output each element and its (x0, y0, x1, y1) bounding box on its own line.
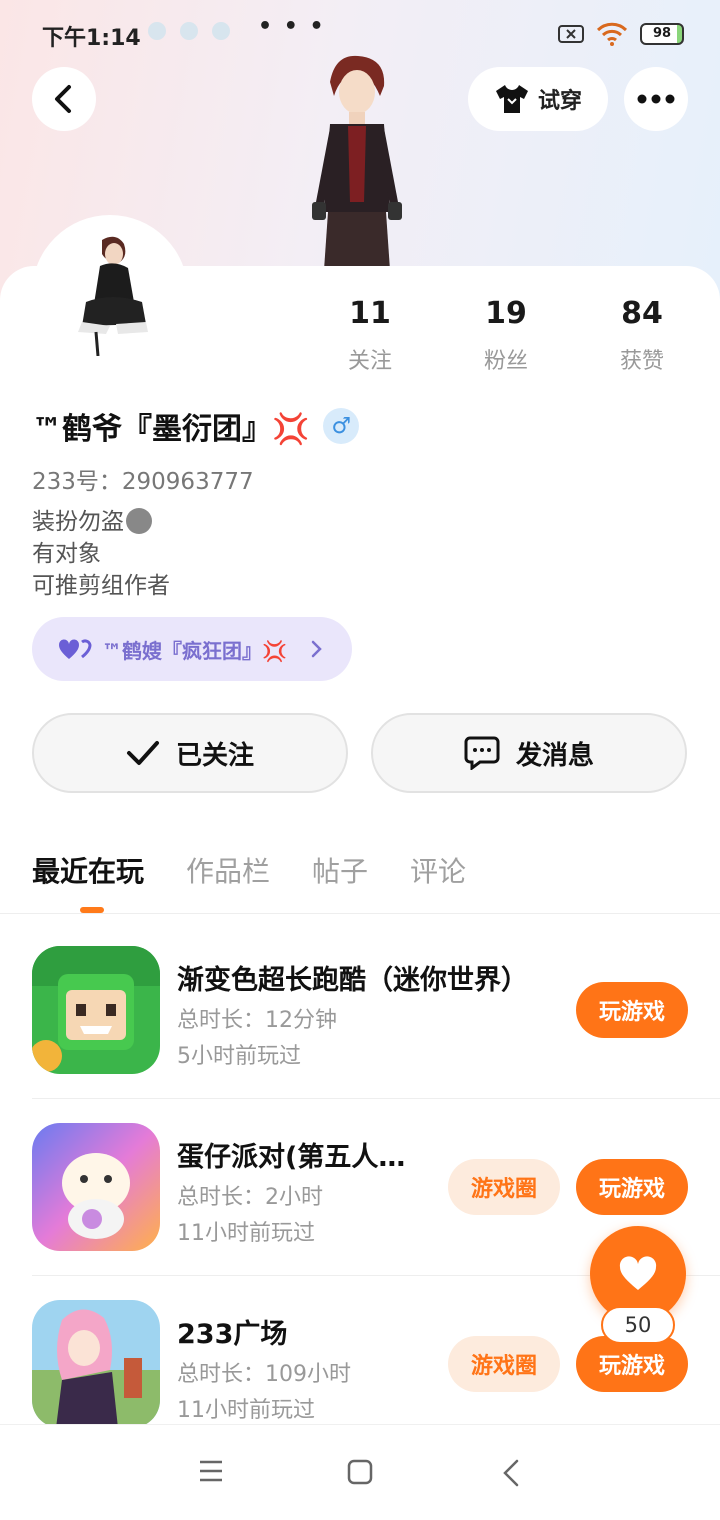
game-title: 渐变色超长跑酷（迷你世界） (177, 965, 528, 996)
notification-icon (212, 22, 230, 40)
avatar[interactable] (72, 232, 156, 356)
stat-likes[interactable]: 84 获赞 (574, 296, 710, 375)
profile-stats: 11 关注 19 粉丝 84 获赞 (302, 296, 710, 375)
game-duration: 总时长：12分钟 (177, 1008, 337, 1033)
play-game-button[interactable]: 玩游戏 (576, 1159, 688, 1215)
home-icon[interactable] (347, 1459, 373, 1485)
sim-off-icon (558, 25, 584, 43)
status-time: 下午1:14 (42, 26, 141, 51)
game-last-played: 5小时前玩过 (177, 1044, 301, 1069)
heart-icon (619, 1256, 657, 1290)
profile-tabs: 最近在玩 作品栏 帖子 评论 (32, 850, 466, 890)
menu-icon[interactable] (198, 1459, 224, 1483)
game-circle-button[interactable]: 游戏圈 (448, 1159, 560, 1215)
chat-bubble-icon (464, 736, 500, 770)
stat-label: 粉丝 (483, 349, 528, 374)
game-title: 蛋仔派对(第五人… (177, 1142, 406, 1173)
notification-icons (148, 22, 230, 40)
nickname: ™鹤爷『墨衍团』💢 (32, 412, 310, 447)
tshirt-icon (495, 85, 528, 113)
stat-label: 获赞 (619, 349, 664, 374)
tab-posts[interactable]: 帖子 (312, 850, 368, 890)
chevron-right-icon (311, 640, 322, 658)
try-on-label: 试穿 (537, 89, 582, 114)
game-last-played: 11小时前玩过 (177, 1398, 315, 1423)
stat-value: 11 (349, 296, 391, 331)
avatar-character-figure[interactable] (300, 52, 410, 270)
bio-line: 有对象 (32, 541, 101, 567)
more-icon (637, 94, 675, 104)
stat-followers[interactable]: 19 粉丝 (438, 296, 574, 375)
stat-value: 19 (485, 296, 527, 331)
status-right: 98 (558, 22, 684, 46)
moon-face-icon (126, 508, 152, 534)
nickname-row: ™鹤爷『墨衍团』💢 ♂ (32, 404, 360, 448)
play-game-button[interactable]: 玩游戏 (576, 982, 688, 1038)
like-count: 50 (601, 1306, 675, 1344)
game-duration: 总时长：2小时 (177, 1185, 323, 1210)
follow-label: 已关注 (175, 740, 254, 771)
game-title: 233广场 (177, 1319, 288, 1350)
checkmark-icon (126, 741, 159, 765)
more-options-button[interactable] (624, 67, 688, 131)
game-duration: 总时长：109小时 (177, 1362, 351, 1387)
message-button[interactable]: 发消息 (371, 713, 687, 793)
bio-line: 可推剪组作者 (32, 573, 170, 599)
tab-works[interactable]: 作品栏 (186, 850, 270, 890)
row-divider (32, 1098, 720, 1099)
notification-icon (148, 22, 166, 40)
partner-name: ™鹤嫂『疯狂团』💢 (102, 638, 287, 663)
game-list-item[interactable]: 蛋仔派对(第五人… 总时长：2小时 11小时前玩过 游戏圈 玩游戏 (32, 1123, 688, 1253)
follow-button[interactable]: 已关注 (32, 713, 348, 793)
game-last-played: 11小时前玩过 (177, 1221, 315, 1246)
game-circle-button[interactable]: 游戏圈 (448, 1336, 560, 1392)
bio: 装扮勿盗 有对象 可推剪组作者 (32, 506, 170, 602)
male-icon: ♂ (323, 408, 360, 444)
stat-value: 84 (621, 296, 663, 331)
game-icon-233-plaza (32, 1300, 160, 1428)
game-list-item[interactable]: 233广场 总时长：109小时 11小时前玩过 游戏圈 玩游戏 (32, 1300, 688, 1430)
message-label: 发消息 (515, 740, 594, 771)
game-icon-parkour (32, 946, 160, 1074)
play-game-button[interactable]: 玩游戏 (576, 1336, 688, 1392)
bio-line: 装扮勿盗 (32, 506, 170, 538)
notification-icon (180, 22, 198, 40)
system-navigation-bar (0, 1424, 720, 1520)
tab-recently-played[interactable]: 最近在玩 (32, 850, 144, 890)
try-on-button[interactable]: 试穿 (468, 67, 608, 131)
wifi-icon (596, 22, 628, 46)
back-button[interactable] (32, 67, 96, 131)
tab-comments[interactable]: 评论 (410, 850, 466, 890)
game-list-item[interactable]: 渐变色超长跑酷（迷你世界） 总时长：12分钟 5小时前玩过 玩游戏 (32, 946, 688, 1076)
stat-label: 关注 (347, 349, 392, 374)
chevron-left-icon (55, 85, 71, 113)
more-notifications-icon: • • • (258, 14, 326, 39)
tab-divider (0, 913, 720, 914)
game-icon-eggy-party (32, 1123, 160, 1251)
battery-indicator: 98 (640, 23, 684, 45)
stat-following[interactable]: 11 关注 (302, 296, 438, 375)
user-id[interactable]: 233号：290963777 (32, 462, 254, 496)
back-nav-icon[interactable] (502, 1459, 520, 1487)
double-heart-icon (58, 639, 92, 659)
partner-link[interactable]: ™鹤嫂『疯狂团』💢 (32, 617, 352, 681)
